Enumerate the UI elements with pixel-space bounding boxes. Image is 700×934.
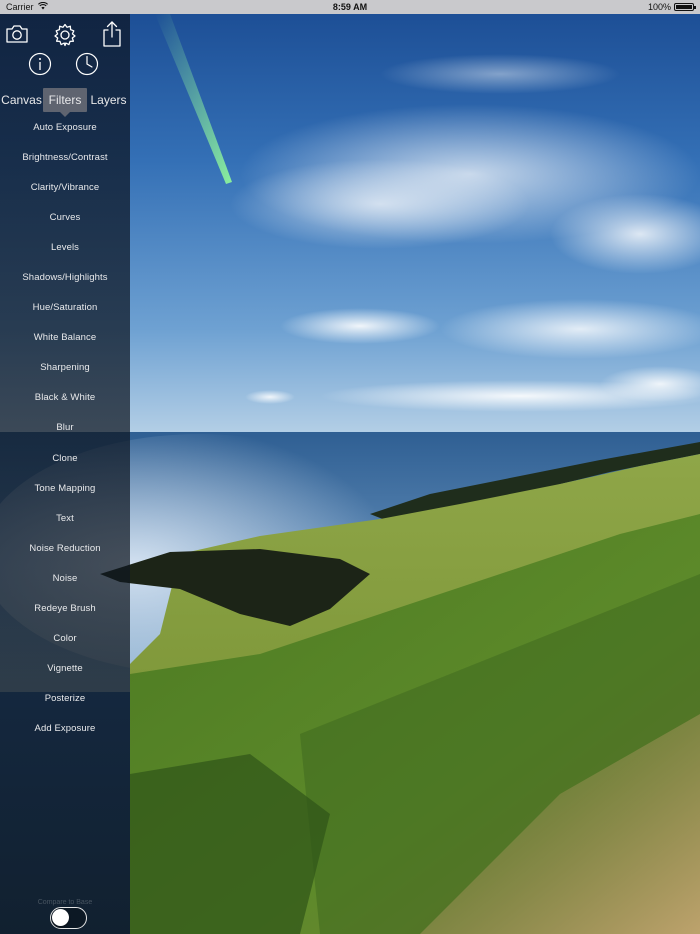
toggle-knob xyxy=(52,909,69,926)
filter-item-sharpening[interactable]: Sharpening xyxy=(0,353,130,383)
filter-item-levels[interactable]: Levels xyxy=(0,232,130,262)
filter-item-shadows-highlights[interactable]: Shadows/Highlights xyxy=(0,262,130,292)
sidebar: Canvas Filters Layers Auto Exposure Brig… xyxy=(0,14,130,934)
info-icon[interactable] xyxy=(28,52,52,76)
filter-item-vignette[interactable]: Vignette xyxy=(0,654,130,684)
filter-item-noise-reduction[interactable]: Noise Reduction xyxy=(0,533,130,563)
filter-item-posterize[interactable]: Posterize xyxy=(0,684,130,714)
carrier-label: Carrier xyxy=(6,2,34,12)
filter-item-curves[interactable]: Curves xyxy=(0,202,130,232)
filter-item-white-balance[interactable]: White Balance xyxy=(0,323,130,353)
filter-item-add-exposure[interactable]: Add Exposure xyxy=(0,714,130,744)
tab-canvas[interactable]: Canvas xyxy=(0,88,43,112)
gear-icon[interactable] xyxy=(52,22,78,48)
filter-list: Auto Exposure Brightness/Contrast Clarit… xyxy=(0,112,130,744)
wifi-icon xyxy=(37,1,48,12)
filter-item-clone[interactable]: Clone xyxy=(0,443,130,473)
filter-item-auto-exposure[interactable]: Auto Exposure xyxy=(0,112,130,142)
filter-item-tone-mapping[interactable]: Tone Mapping xyxy=(0,473,130,503)
filter-item-noise[interactable]: Noise xyxy=(0,563,130,593)
share-icon[interactable] xyxy=(101,20,123,48)
camera-icon[interactable] xyxy=(5,22,29,46)
filter-item-brightness-contrast[interactable]: Brightness/Contrast xyxy=(0,142,130,172)
filter-item-hue-saturation[interactable]: Hue/Saturation xyxy=(0,293,130,323)
status-bar: Carrier 8:59 AM 100% xyxy=(0,0,700,14)
tab-layers[interactable]: Layers xyxy=(87,88,130,112)
filter-item-blur[interactable]: Blur xyxy=(0,413,130,443)
compare-toggle[interactable] xyxy=(50,907,87,929)
battery-icon xyxy=(674,3,696,11)
sidebar-tabs: Canvas Filters Layers xyxy=(0,88,130,117)
status-left: Carrier xyxy=(6,1,48,12)
filter-item-color[interactable]: Color xyxy=(0,624,130,654)
filter-item-black-white[interactable]: Black & White xyxy=(0,383,130,413)
filter-item-clarity-vibrance[interactable]: Clarity/Vibrance xyxy=(0,172,130,202)
status-right: 100% xyxy=(647,2,696,12)
tab-filters[interactable]: Filters xyxy=(43,88,87,117)
battery-percent: 100% xyxy=(647,2,671,12)
status-time: 8:59 AM xyxy=(332,2,368,12)
history-clock-icon[interactable] xyxy=(75,52,99,76)
filter-item-text[interactable]: Text xyxy=(0,503,130,533)
filter-item-redeye-brush[interactable]: Redeye Brush xyxy=(0,594,130,624)
toggle-label: Compare to Base xyxy=(37,899,93,906)
